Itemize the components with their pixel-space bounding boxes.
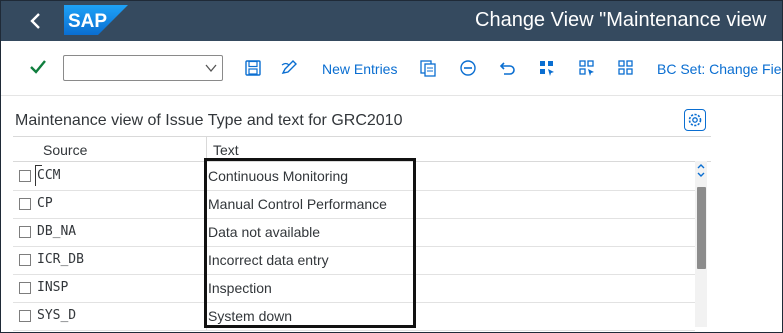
undo-icon[interactable] xyxy=(499,59,517,77)
sap-logo[interactable]: SAP xyxy=(64,5,128,35)
source-cell[interactable]: ICR_DB xyxy=(37,252,84,267)
column-divider xyxy=(206,218,207,246)
column-divider xyxy=(206,162,207,190)
maintenance-table: Source Text CCM Continuous Monitoring CP… xyxy=(13,136,711,332)
bc-set-change-field-button[interactable]: BC Set: Change Fie xyxy=(657,61,782,77)
text-cell[interactable]: Incorrect data entry xyxy=(208,252,329,268)
source-cell[interactable]: CP xyxy=(37,196,53,211)
select-block-icon[interactable] xyxy=(578,59,596,77)
copy-icon[interactable] xyxy=(419,59,437,77)
column-header-source[interactable]: Source xyxy=(43,142,87,158)
deselect-all-icon[interactable] xyxy=(617,59,635,77)
chevron-down-icon[interactable] xyxy=(205,63,217,73)
table-row[interactable]: CCM Continuous Monitoring xyxy=(13,162,695,191)
table-row[interactable]: ICR_DB Incorrect data entry xyxy=(13,246,695,275)
checkmark-icon[interactable] xyxy=(28,57,48,77)
page-title: Change View "Maintenance view xyxy=(475,9,767,31)
scroll-up-down-icon[interactable] xyxy=(695,161,707,181)
table-row[interactable]: INSP Inspection xyxy=(13,274,695,303)
table-row[interactable]: DB_NA Data not available xyxy=(13,218,695,247)
row-select-checkbox[interactable] xyxy=(19,310,31,322)
row-select-checkbox[interactable] xyxy=(19,170,31,182)
row-select-checkbox[interactable] xyxy=(19,254,31,266)
column-divider xyxy=(206,302,207,330)
scrollbar-thumb[interactable] xyxy=(697,187,706,269)
table-title: Maintenance view of Issue Type and text … xyxy=(15,112,403,129)
command-field[interactable] xyxy=(63,55,223,81)
row-select-checkbox[interactable] xyxy=(19,198,31,210)
column-header-text[interactable]: Text xyxy=(213,142,239,158)
source-cell[interactable]: INSP xyxy=(37,280,68,295)
text-cell[interactable]: Continuous Monitoring xyxy=(208,168,348,184)
row-select-checkbox[interactable] xyxy=(19,282,31,294)
display-change-icon[interactable] xyxy=(280,59,298,77)
vertical-scrollbar[interactable] xyxy=(695,161,707,327)
chevron-left-icon[interactable] xyxy=(23,8,49,34)
svg-text:SAP: SAP xyxy=(68,11,107,32)
toolbar: New Entries BC Set: Change Fie xyxy=(1,41,782,96)
column-divider xyxy=(206,137,207,161)
text-cell[interactable]: Manual Control Performance xyxy=(208,196,387,212)
new-entries-button[interactable]: New Entries xyxy=(322,61,397,77)
text-cell[interactable]: System down xyxy=(208,308,292,324)
source-cell[interactable]: SYS_D xyxy=(37,308,76,323)
select-all-icon[interactable] xyxy=(538,59,556,77)
column-divider xyxy=(206,246,207,274)
gear-icon xyxy=(688,113,702,127)
sap-window: SAP Change View "Maintenance view New En… xyxy=(0,0,783,333)
column-divider xyxy=(206,274,207,302)
text-cell[interactable]: Data not available xyxy=(208,224,320,240)
cell-focus-marker xyxy=(35,165,42,186)
table-row[interactable]: SYS_D System down xyxy=(13,302,695,331)
column-divider xyxy=(206,190,207,218)
shell-header: SAP Change View "Maintenance view xyxy=(1,1,782,41)
table-settings-button[interactable] xyxy=(684,109,706,131)
text-cell[interactable]: Inspection xyxy=(208,280,272,296)
row-select-checkbox[interactable] xyxy=(19,226,31,238)
source-cell[interactable]: DB_NA xyxy=(37,224,76,239)
save-icon[interactable] xyxy=(244,59,262,77)
table-header: Source Text xyxy=(13,137,711,162)
content-area: Maintenance view of Issue Type and text … xyxy=(1,96,782,332)
table-row[interactable]: CP Manual Control Performance xyxy=(13,190,695,219)
delete-icon[interactable] xyxy=(459,59,477,77)
